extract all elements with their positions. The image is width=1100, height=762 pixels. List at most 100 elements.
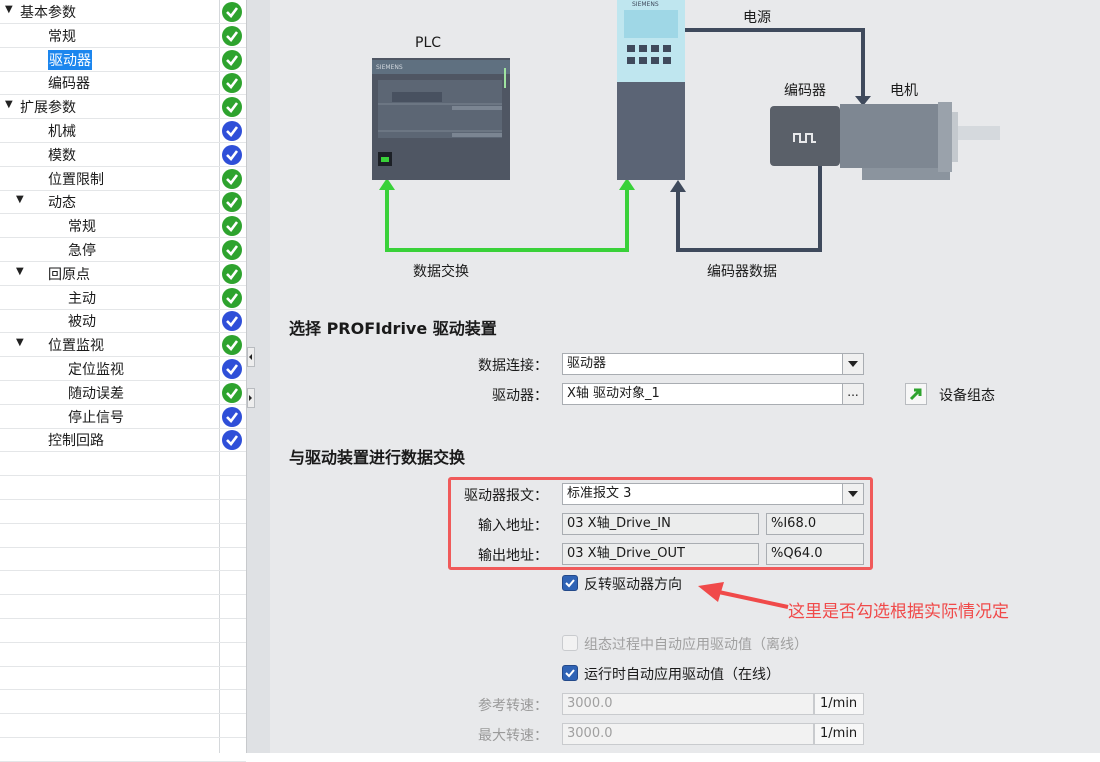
- browse-button[interactable]: ...: [842, 384, 863, 404]
- data-exchange-line: [385, 182, 629, 252]
- tree-item[interactable]: 主动: [0, 286, 246, 310]
- tree-empty-row: [0, 643, 246, 667]
- tree-item[interactable]: 停止信号: [0, 405, 246, 429]
- max-speed-unit: 1/min: [814, 723, 864, 745]
- motor-device: [840, 102, 1000, 180]
- arrow-right-icon: [249, 395, 252, 401]
- status-check-icon: [222, 430, 242, 450]
- motor-label: 电机: [890, 83, 918, 99]
- status-check-icon: [222, 192, 242, 212]
- tree-empty-row: [0, 595, 246, 619]
- select-drive-title: 选择 PROFIdrive 驱动装置: [289, 319, 497, 338]
- data-exchange-label: 数据交换: [413, 264, 469, 280]
- tree-item-label: 驱动器: [48, 50, 92, 70]
- device-config-link[interactable]: 设备组态: [939, 385, 995, 405]
- status-check-icon: [222, 240, 242, 260]
- max-speed-field: 3000.0: [562, 723, 814, 745]
- tree-item[interactable]: 随动误差: [0, 381, 246, 405]
- tree-empty-row: [0, 571, 246, 595]
- status-check-icon: [222, 359, 242, 379]
- expand-right-button[interactable]: [247, 388, 255, 408]
- status-check-icon: [222, 145, 242, 165]
- chevron-down-icon[interactable]: [842, 354, 863, 374]
- status-check-icon: [222, 50, 242, 70]
- tree-item-label: 位置监视: [48, 338, 104, 354]
- power-line: [684, 28, 865, 102]
- status-check-icon: [222, 407, 242, 427]
- drive-field[interactable]: X轴 驱动对象_1 ...: [562, 383, 864, 405]
- drive-diagram: [372, 0, 1000, 252]
- collapse-left-button[interactable]: [247, 347, 255, 367]
- tree-item[interactable]: 常规: [0, 214, 246, 238]
- status-check-icon: [222, 216, 242, 236]
- status-check-icon: [222, 288, 242, 308]
- tree-empty-row: [0, 547, 246, 571]
- offline-auto-apply-checkbox[interactable]: [562, 635, 578, 651]
- drive-label: 驱动器：: [492, 388, 548, 404]
- drive-value: X轴 驱动对象_1: [567, 386, 660, 401]
- drive-brand: SIEMENS: [632, 1, 659, 8]
- status-check-icon: [222, 26, 242, 46]
- expand-arrow-icon[interactable]: ▼: [16, 337, 24, 348]
- status-check-icon: [222, 264, 242, 284]
- tree-empty-row: [0, 666, 246, 690]
- plc-label: PLC: [415, 35, 442, 51]
- panel-splitter[interactable]: [246, 0, 270, 753]
- tree-item-label: 编码器: [48, 76, 90, 92]
- tree-item[interactable]: 控制回路: [0, 428, 246, 452]
- expand-arrow-icon[interactable]: ▼: [16, 266, 24, 277]
- plc-device: [372, 58, 510, 180]
- expand-arrow-icon[interactable]: ▼: [5, 99, 13, 110]
- drive-device: [617, 0, 685, 180]
- device-config-button[interactable]: [905, 383, 927, 405]
- status-check-icon: [222, 97, 242, 117]
- annotation-arrow: [698, 582, 789, 609]
- expand-arrow-icon[interactable]: ▼: [5, 4, 13, 15]
- data-connection-select[interactable]: 驱动器: [562, 353, 864, 375]
- status-check-icon: [222, 335, 242, 355]
- tree-item-label: 常规: [48, 29, 76, 45]
- tree-item[interactable]: ▼ 位置监视: [0, 333, 246, 357]
- tree-item[interactable]: ▼ 扩展参数: [0, 95, 246, 119]
- encoder-label: 编码器: [784, 83, 826, 99]
- tree-item-label: 定位监视: [68, 362, 124, 378]
- tree-item[interactable]: 机械: [0, 119, 246, 143]
- tree-item[interactable]: 被动: [0, 309, 246, 333]
- tree-item[interactable]: 急停: [0, 238, 246, 262]
- status-check-icon: [222, 169, 242, 189]
- tree-empty-row: [0, 500, 246, 524]
- tree-item[interactable]: ▼ 基本参数: [0, 0, 246, 24]
- tree-item-label: 急停: [68, 243, 96, 259]
- reverse-direction-label[interactable]: 反转驱动器方向: [584, 574, 682, 594]
- status-check-icon: [222, 383, 242, 403]
- checkmark-icon: [565, 579, 575, 588]
- reverse-direction-checkbox[interactable]: [562, 575, 578, 591]
- annotation-note: 这里是否勾选根据实际情况定: [788, 602, 1009, 622]
- power-label: 电源: [743, 10, 771, 26]
- tree-item[interactable]: 编码器: [0, 71, 246, 95]
- tree-item-label: 随动误差: [68, 386, 124, 402]
- tree-item[interactable]: 驱动器: [0, 48, 246, 72]
- offline-auto-apply-label: 组态过程中自动应用驱动值（离线）: [584, 637, 808, 653]
- tree-item-label: 模数: [48, 148, 76, 164]
- go-to-arrow-icon: [909, 388, 922, 401]
- tree-item[interactable]: 常规: [0, 24, 246, 48]
- arrow-up-icon: [670, 180, 686, 192]
- tree-empty-row: [0, 476, 246, 500]
- plc-brand: SIEMENS: [376, 64, 403, 71]
- ref-speed-label: 参考转速：: [478, 698, 548, 714]
- max-speed-label: 最大转速：: [478, 728, 548, 744]
- tree-item[interactable]: 定位监视: [0, 357, 246, 381]
- tree-item[interactable]: ▼ 回原点: [0, 262, 246, 286]
- main-panel: PLC 电源 编码器 电机 数据交换 编码器数据 SIEMENS SIEMENS…: [270, 0, 1100, 753]
- tree-item[interactable]: ▼ 动态: [0, 190, 246, 214]
- online-auto-apply-checkbox[interactable]: [562, 665, 578, 681]
- status-check-icon: [222, 73, 242, 93]
- tree-item[interactable]: 模数: [0, 143, 246, 167]
- tree-item-label: 被动: [68, 314, 96, 330]
- tree-item[interactable]: 位置限制: [0, 167, 246, 191]
- expand-arrow-icon[interactable]: ▼: [16, 194, 24, 205]
- tree-item-label: 常规: [68, 219, 96, 235]
- encoder-data-label: 编码器数据: [707, 264, 777, 280]
- online-auto-apply-label[interactable]: 运行时自动应用驱动值（在线）: [584, 664, 780, 684]
